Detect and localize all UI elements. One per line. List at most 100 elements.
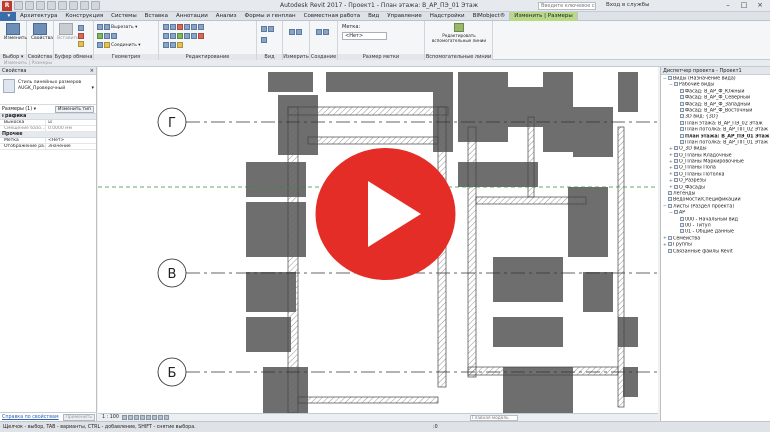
tree-node-label: О_Планы Пола [679, 165, 716, 171]
property-value[interactable]: <Нет> [46, 138, 96, 143]
view-node-icon [680, 229, 684, 234]
tab-collaborate[interactable]: Совместная работа [300, 12, 364, 21]
tree-node-label: 00 - Титул [685, 223, 711, 229]
cursor-icon [6, 23, 20, 35]
cut-geometry-button[interactable] [97, 33, 117, 39]
revit-logo-icon[interactable]: R [2, 1, 12, 11]
view-scale[interactable]: 1 : 100 [102, 415, 119, 420]
close-icon[interactable]: × [90, 67, 94, 75]
tab-massing[interactable]: Формы и генплан [241, 12, 300, 21]
apply-button[interactable]: Применить [62, 414, 95, 421]
undo-icon[interactable] [36, 1, 45, 10]
property-row[interactable]: Отображение ра... Значение [0, 144, 96, 150]
property-value[interactable]: 0.0000 мм [46, 126, 96, 131]
tab-manage[interactable]: Управление [383, 12, 426, 21]
tab-view[interactable]: Вид [364, 12, 383, 21]
tab-addins[interactable]: Надстройки [426, 12, 469, 21]
chevron-down-icon[interactable]: ▾ [91, 85, 94, 91]
pin-icon [191, 33, 197, 39]
view-control-icons[interactable] [122, 415, 169, 420]
dimension-type-icon [3, 79, 15, 93]
tree-node-label: Фасад: В_АР_Ф_Северный [685, 95, 751, 101]
tab-structure[interactable]: Конструкция [61, 12, 107, 21]
sign-in-link[interactable]: Вход в службы [606, 2, 649, 8]
title-bar: R Autodesk Revit 2017 - Проект1 - План э… [0, 0, 770, 12]
modify-tools-row-2[interactable] [163, 33, 204, 39]
minimize-icon[interactable]: – [720, 1, 736, 11]
modify-tools-row-3[interactable] [163, 42, 183, 48]
view-node-icon [680, 127, 684, 132]
tree-node-label: Легенды [673, 191, 696, 197]
measure-ruler-icon[interactable] [289, 29, 302, 35]
measure-icon[interactable] [69, 1, 78, 10]
view-node-icon [680, 114, 684, 119]
maximize-icon[interactable]: □ [736, 1, 752, 11]
labels-select[interactable]: <Нет> [342, 32, 387, 40]
tab-modify-dimensions[interactable]: Изменить | Размеры [509, 12, 578, 21]
view-node-icon [680, 88, 684, 93]
grid-bubbles [157, 107, 187, 387]
property-value[interactable]: ☑ [46, 120, 96, 125]
cut-clip-icon[interactable] [78, 33, 84, 39]
paste-button[interactable]: Вставить [57, 23, 79, 49]
view-node-icon [674, 82, 678, 87]
instance-selector[interactable]: Размеры (1) ▾ Изменить тип [0, 105, 96, 114]
tab-analyze[interactable]: Анализ [212, 12, 241, 21]
tree-node-label: План этажа: В_АР_ПЭ_01 Этаж [685, 134, 770, 140]
modify-button[interactable]: Изменить [4, 23, 27, 49]
properties-palette: Свойства × Стиль линейных размеров AUGK_П… [0, 67, 97, 421]
unpin-icon [170, 42, 176, 48]
copy-icon[interactable] [78, 25, 84, 31]
property-value[interactable]: Значение [46, 144, 96, 149]
properties-button[interactable]: Свойства [31, 23, 53, 49]
tab-file[interactable]: ▾ [0, 12, 17, 21]
labels-caption: Метка: [342, 24, 361, 30]
play-button-icon[interactable] [313, 146, 458, 282]
browser-header: Диспетчер проекта - Проект1 [661, 67, 770, 75]
properties-help-link[interactable]: Справка по свойствам [2, 415, 59, 420]
property-name: Выноска [0, 120, 46, 125]
create-similar-icon[interactable] [316, 29, 329, 35]
text-icon[interactable] [80, 1, 89, 10]
geometry-panel: Вырезать ▾ Соединить ▾ Геометрия [94, 21, 159, 60]
open-icon[interactable] [14, 1, 23, 10]
tree-node-label: План этажа: В_АР_ПЭ_02 Этаж [685, 121, 763, 127]
edit-type-button[interactable]: Изменить тип [55, 106, 94, 113]
override-icon[interactable] [261, 37, 267, 43]
close-icon[interactable]: × [752, 1, 768, 11]
properties-header: Свойства × [0, 67, 96, 75]
print-icon[interactable] [58, 1, 67, 10]
modify-tools-row-1[interactable] [163, 24, 204, 30]
ref-lines-label: Редактировать вспомогательные линии [431, 33, 487, 43]
tree-node-label: Группы [673, 242, 692, 248]
3d-view-icon[interactable] [91, 1, 100, 10]
trim-icon [163, 33, 169, 39]
hide-icon[interactable] [261, 26, 274, 32]
grid-label[interactable]: В [168, 267, 177, 282]
grid-label[interactable]: Г [168, 116, 176, 131]
join-button[interactable]: Соединить ▾ [97, 42, 141, 48]
edit-ref-lines-button[interactable]: Редактировать вспомогательные линии [431, 23, 487, 49]
save-icon[interactable] [25, 1, 34, 10]
options-bar: Изменить | Размеры [0, 60, 770, 67]
tab-systems[interactable]: Системы [107, 12, 141, 21]
tab-bimobject[interactable]: BIMobject® [469, 12, 510, 21]
cope-button[interactable]: Вырезать ▾ [97, 24, 137, 30]
tab-insert[interactable]: Вставка [141, 12, 172, 21]
tab-architecture[interactable]: Архитектура [16, 12, 61, 21]
view-control-bar: 1 : 100 Главная модель [98, 413, 658, 421]
view-node-icon [674, 210, 678, 215]
offset-icon [170, 24, 176, 30]
redo-icon[interactable] [47, 1, 56, 10]
view-node-icon [668, 197, 672, 202]
tree-node[interactable]: Связанные файлы Revit [661, 248, 770, 255]
grid-label[interactable]: Б [168, 366, 177, 381]
split-icon [170, 33, 176, 39]
type-selector[interactable]: Стиль линейных размеров AUGK_Проверочный… [0, 75, 96, 105]
select-panel: Изменить Выбор ▾ [0, 21, 27, 60]
tree-node-label: Рабочие виды [679, 82, 715, 88]
tab-annotate[interactable]: Аннотации [172, 12, 212, 21]
match-type-icon[interactable] [78, 41, 84, 47]
view-node-icon [668, 203, 672, 208]
search-input[interactable]: Введите ключевое слово/фразу [538, 2, 596, 10]
